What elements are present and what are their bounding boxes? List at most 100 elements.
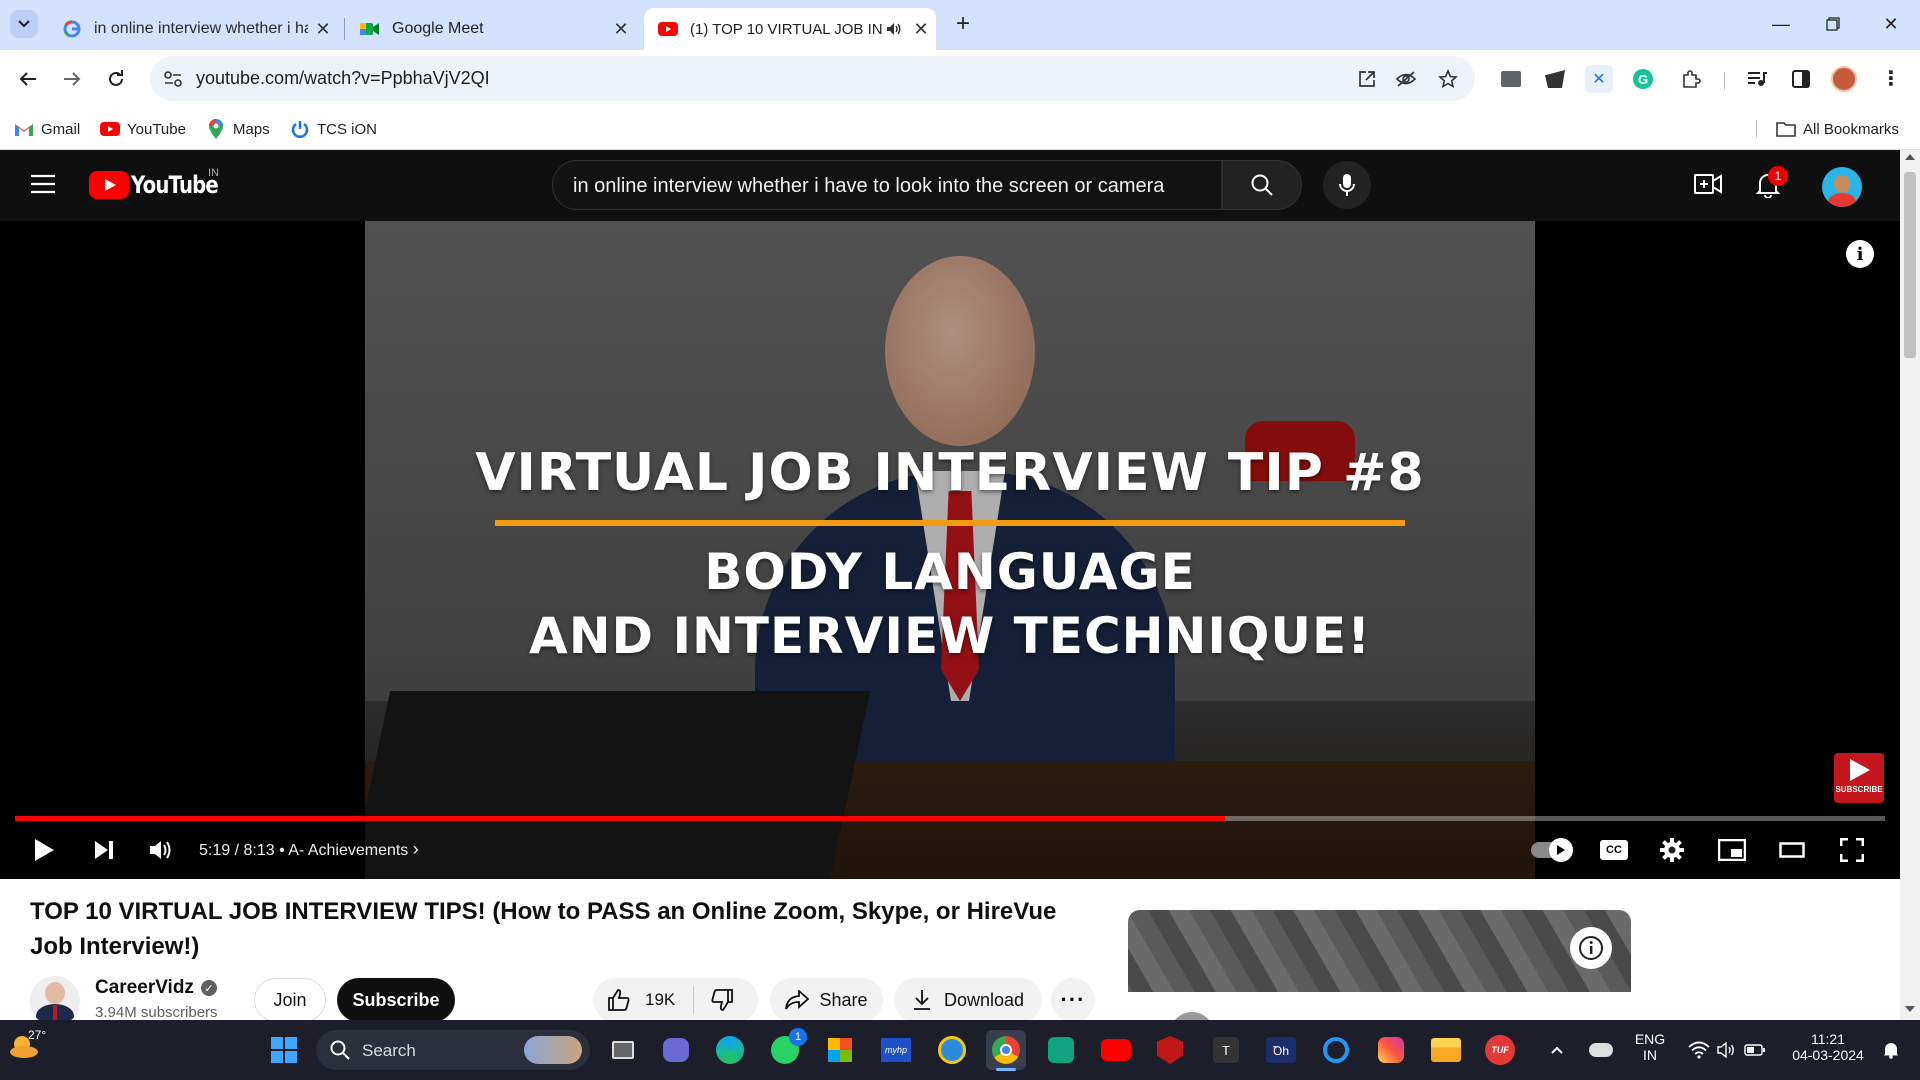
search-input[interactable]: in online interview whether i have to lo… <box>552 160 1222 210</box>
microsoft-store-icon[interactable] <box>820 1030 860 1070</box>
wifi-icon[interactable] <box>1684 1030 1714 1070</box>
captions-button[interactable]: CC <box>1596 830 1632 870</box>
account-avatar[interactable] <box>1822 167 1862 207</box>
theater-mode-button[interactable] <box>1774 830 1810 870</box>
eye-off-icon[interactable] <box>1393 66 1419 92</box>
open-in-app-icon[interactable] <box>1354 66 1380 92</box>
chat-app-icon[interactable] <box>656 1030 696 1070</box>
battery-icon[interactable] <box>1740 1030 1770 1070</box>
share-button[interactable]: Share <box>770 978 883 1022</box>
create-video-icon[interactable] <box>1694 172 1722 196</box>
chatgpt-icon[interactable] <box>1041 1030 1081 1070</box>
restore-button[interactable] <box>1810 6 1856 42</box>
edge-icon[interactable] <box>710 1030 750 1070</box>
extension-icon[interactable] <box>1496 64 1526 94</box>
download-button[interactable]: Download <box>894 978 1042 1022</box>
scroll-down-arrow-icon[interactable] <box>1905 1006 1915 1012</box>
play-button[interactable] <box>26 830 62 870</box>
minimize-button[interactable]: — <box>1758 6 1804 42</box>
tab-close-icon[interactable]: ✕ <box>308 19 338 40</box>
bookmark-maps[interactable]: Maps <box>206 118 270 140</box>
star-icon[interactable] <box>1435 66 1461 92</box>
info-icon[interactable]: i <box>1846 240 1874 268</box>
cortana-icon[interactable] <box>1316 1030 1356 1070</box>
address-bar[interactable]: youtube.com/watch?v=PpbhaVjV2QI <box>150 56 1475 101</box>
settings-button[interactable] <box>1654 830 1690 870</box>
task-view-icon[interactable] <box>603 1030 643 1070</box>
typora-icon[interactable]: T <box>1206 1030 1246 1070</box>
side-panel-icon[interactable] <box>1786 64 1816 94</box>
start-button[interactable] <box>264 1030 304 1070</box>
chrome-icon[interactable] <box>986 1030 1026 1071</box>
forward-button[interactable] <box>52 59 92 99</box>
speaker-icon[interactable] <box>882 22 906 36</box>
voice-search-button[interactable] <box>1323 161 1371 209</box>
tab-close-icon[interactable]: ✕ <box>906 19 936 40</box>
hamburger-menu-icon[interactable] <box>30 174 56 194</box>
tab-search-button[interactable] <box>4 6 44 42</box>
dislike-button[interactable] <box>694 988 734 1012</box>
search-button[interactable] <box>1222 160 1302 210</box>
tuf-gaming-icon[interactable]: TUF <box>1480 1030 1520 1070</box>
extension-icon[interactable] <box>1540 64 1570 94</box>
file-explorer-icon[interactable] <box>1426 1030 1466 1070</box>
subscribe-watermark[interactable]: SUBSCRIBE <box>1834 753 1884 803</box>
overlay-line-technique: AND INTERVIEW TECHNIQUE! <box>529 607 1371 665</box>
notification-center-button[interactable] <box>1876 1030 1906 1070</box>
volume-tray-icon[interactable] <box>1712 1030 1742 1070</box>
join-button[interactable]: Join <box>254 978 326 1022</box>
input-language[interactable]: ENG IN <box>1628 1031 1672 1063</box>
kebab-menu-icon[interactable]: ⋮ <box>1876 64 1906 94</box>
youtube-app-icon[interactable] <box>1096 1030 1136 1070</box>
media-control-icon[interactable] <box>1742 64 1772 94</box>
scroll-thumb[interactable] <box>1904 172 1916 358</box>
bookmark-youtube[interactable]: YouTube <box>100 118 186 140</box>
ie-icon[interactable] <box>932 1030 972 1070</box>
instagram-icon[interactable] <box>1371 1030 1411 1070</box>
video-player[interactable]: VIRTUAL JOB INTERVIEW TIP #8 BODY LANGUA… <box>0 221 1900 879</box>
bookmark-gmail[interactable]: Gmail <box>14 118 80 140</box>
chevron-right-icon[interactable]: › <box>413 839 419 859</box>
tab-google-search[interactable]: in online interview whether i ha ✕ <box>48 8 338 50</box>
show-hidden-icons-button[interactable] <box>1542 1030 1572 1070</box>
miniplayer-button[interactable] <box>1714 830 1750 870</box>
profile-avatar[interactable] <box>1829 64 1859 94</box>
site-info-icon[interactable] <box>160 66 186 92</box>
deskhub-icon[interactable]: Ꝺh <box>1261 1030 1301 1070</box>
autoplay-toggle[interactable] <box>1528 830 1574 870</box>
taskbar-search[interactable]: Search <box>316 1030 590 1070</box>
sidebar-ad-banner[interactable] <box>1128 910 1631 1020</box>
mcafee-icon[interactable] <box>1150 1030 1190 1070</box>
next-button[interactable] <box>86 830 122 870</box>
fullscreen-button[interactable] <box>1834 830 1870 870</box>
bookmark-tcs-ion[interactable]: TCS iON <box>290 118 377 140</box>
scroll-up-arrow-icon[interactable] <box>1905 154 1915 160</box>
new-tab-button[interactable]: + <box>940 6 986 42</box>
channel-avatar[interactable] <box>30 976 80 1026</box>
tab-youtube-active[interactable]: (1) TOP 10 VIRTUAL JOB INT ✕ <box>644 8 936 50</box>
subscribe-button[interactable]: Subscribe <box>337 978 455 1022</box>
back-button[interactable] <box>8 59 48 99</box>
grammarly-icon[interactable]: G <box>1628 64 1658 94</box>
tab-close-icon[interactable]: ✕ <box>606 19 636 40</box>
weather-widget[interactable]: 27° <box>8 1028 48 1070</box>
page-scrollbar[interactable] <box>1900 150 1920 1020</box>
like-button[interactable]: 19K <box>593 988 675 1012</box>
progress-bar[interactable] <box>15 816 1885 821</box>
onedrive-icon[interactable] <box>1584 1030 1618 1070</box>
whatsapp-icon[interactable]: 1 <box>765 1028 807 1070</box>
reload-button[interactable] <box>96 59 136 99</box>
channel-name[interactable]: CareerVidz <box>95 977 194 999</box>
tab-google-meet[interactable]: Google Meet ✕ <box>346 8 636 50</box>
video-frame[interactable]: VIRTUAL JOB INTERVIEW TIP #8 BODY LANGUA… <box>365 221 1535 879</box>
extension-icon[interactable]: ✕ <box>1584 64 1614 94</box>
close-window-button[interactable]: ✕ <box>1868 6 1914 42</box>
myhp-icon[interactable]: myhp <box>876 1030 916 1070</box>
chapter-title[interactable]: A- Achievements <box>288 842 408 859</box>
system-clock[interactable]: 11:21 04-03-2024 <box>1780 1031 1876 1063</box>
more-actions-button[interactable]: ··· <box>1051 978 1095 1022</box>
all-bookmarks-button[interactable]: All Bookmarks <box>1776 118 1899 140</box>
puzzle-icon[interactable] <box>1676 64 1706 94</box>
ad-info-button[interactable] <box>1570 927 1612 969</box>
mute-button[interactable] <box>144 830 180 870</box>
